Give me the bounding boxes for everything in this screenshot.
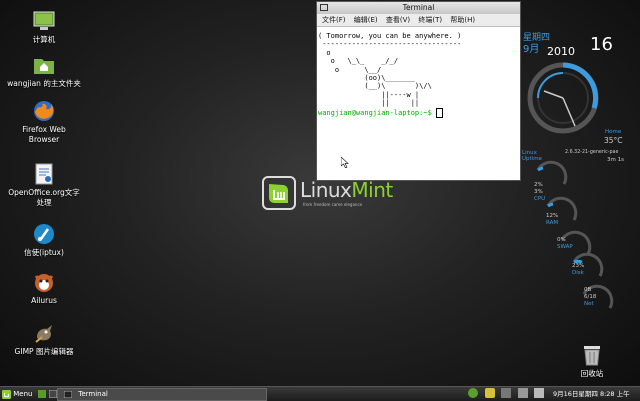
desktop-icon-ailurus[interactable]: Ailurus (7, 270, 81, 306)
show-desktop-icon[interactable] (38, 390, 46, 398)
panel-clock[interactable]: 9月16日星期四 8:28 上午 (553, 387, 630, 401)
logo-word-linux: Linux (300, 178, 352, 202)
gimp-icon (35, 325, 52, 343)
terminal-icon (320, 4, 328, 11)
terminal-line: --------------------------------- (318, 40, 462, 49)
desktop-icon-iptux[interactable]: 信使(iptux) (7, 222, 81, 258)
terminal-line: (__)\ )\/\ (318, 82, 432, 91)
month: 9月 (523, 44, 540, 55)
swap-label: SWAP (557, 244, 573, 250)
desktop-icon-label: OpenOffice.org文字处理 (8, 188, 80, 207)
firefox-icon (34, 101, 54, 121)
computer-icon (33, 11, 55, 30)
year: 2010 (547, 45, 575, 58)
menu-help[interactable]: 帮助(H) (450, 16, 475, 24)
terminal-prompt: wangjian@wangjian-laptop:~$ (318, 108, 437, 117)
logo-word-mint: Mint (351, 178, 393, 202)
swap-value: 0% (557, 237, 566, 243)
disk-label: Disk (572, 270, 584, 276)
iptux-icon (34, 224, 54, 244)
logo-tagline: from freedom came elegance (303, 202, 363, 207)
bottom-panel: Menu Terminal 9月16日星期四 8:28 上午 (0, 386, 640, 401)
net-label: Net (584, 301, 594, 307)
terminal-launcher-icon[interactable] (49, 390, 57, 398)
desktop-icon-firefox[interactable]: Firefox Web Browser (7, 99, 81, 145)
desktop-icon-label: Firefox Web Browser (22, 125, 66, 144)
taskbar-label: Terminal (78, 390, 108, 398)
desktop-icon-openoffice[interactable]: OpenOffice.org文字处理 (7, 162, 81, 208)
terminal-line: o (318, 48, 331, 57)
net-value-2: 6/18 (584, 294, 597, 300)
menu-edit[interactable]: 编辑(E) (354, 16, 378, 24)
system-monitor: Home 35°C Linux Uptime 2.6.32-21-generic… (520, 58, 640, 328)
terminal-line: || || (318, 99, 420, 108)
menu-file[interactable]: 文件(F) (322, 16, 346, 24)
desktop-icon-trash[interactable]: 回收站 (572, 342, 612, 379)
ram-value: 12% (546, 213, 559, 219)
cpu-value-1: 2% (534, 182, 543, 188)
mint-leaf-icon (262, 176, 296, 210)
update-manager-icon[interactable] (468, 388, 478, 398)
desktop-icon-label: 计算机 (32, 35, 56, 44)
cpu-value-2: 3% (534, 189, 543, 195)
disk-value: 23% (572, 263, 585, 269)
ram-label: RAM (546, 220, 559, 226)
temperature: 35°C (604, 136, 623, 145)
desktop-icon-gimp[interactable]: GIMP 图片编辑器 (7, 321, 81, 357)
shield-icon[interactable] (484, 388, 495, 398)
terminal-line: o \_\_ _/_/ (318, 57, 399, 66)
power-icon[interactable] (534, 388, 545, 398)
day: 16 (590, 34, 613, 55)
openoffice-writer-icon (35, 163, 53, 185)
uptime-label: Uptime (522, 156, 542, 162)
taskbar-terminal[interactable]: Terminal (57, 388, 267, 401)
terminal-line: o \__/ (318, 65, 382, 74)
desktop-icon-label: 信使(iptux) (24, 248, 64, 257)
terminal-line: (oo)\_______ (318, 74, 415, 83)
trash-label: 回收站 (580, 369, 604, 378)
menu-view[interactable]: 查看(V) (386, 16, 410, 24)
volume-icon[interactable] (517, 388, 528, 398)
system-tray (468, 388, 548, 400)
cpu-label: CPU (534, 196, 546, 202)
menu-button[interactable]: Menu (2, 388, 32, 400)
mouse-pointer-icon (341, 157, 349, 168)
net-value-1: 0B (584, 287, 592, 293)
terminal-cursor (436, 107, 444, 118)
logo-wordmark: LinuxMint (300, 178, 393, 202)
desktop-icon-label: wangjian 的主文件夹 (7, 79, 81, 88)
kernel-version: 2.6.32-21-generic-pae (565, 150, 619, 155)
linux-mint-logo: LinuxMint from freedom came elegance (262, 176, 393, 214)
desktop-icon-computer[interactable]: 计算机 (7, 9, 81, 45)
menu-terminal[interactable]: 终端(T) (418, 16, 442, 24)
menu-label: Menu (13, 390, 33, 398)
network-icon[interactable] (501, 388, 512, 398)
home-folder-icon (34, 59, 54, 74)
desktop-icon-home[interactable]: wangjian 的主文件夹 (7, 53, 81, 89)
ailurus-icon (34, 274, 54, 292)
desktop-icon-label: GIMP 图片编辑器 (14, 347, 74, 356)
terminal-menubar: 文件(F) 编辑(E) 查看(V) 终端(T) 帮助(H) (317, 14, 520, 27)
terminal-window[interactable]: Terminal 文件(F) 编辑(E) 查看(V) 终端(T) 帮助(H) (… (316, 1, 521, 181)
home-label: Home (605, 129, 622, 135)
desktop-icon-label: Ailurus (31, 296, 57, 305)
trash-icon (584, 346, 600, 366)
terminal-line: ( Tomorrow, you can be anywhere. ) (318, 32, 462, 40)
terminal-line: ||----w | (318, 90, 420, 99)
uptime-value: 3m 1s (607, 157, 624, 163)
terminal-titlebar[interactable]: Terminal (317, 2, 520, 14)
terminal-title: Terminal (402, 3, 435, 12)
mint-menu-icon (2, 389, 11, 399)
terminal-icon (63, 390, 73, 398)
